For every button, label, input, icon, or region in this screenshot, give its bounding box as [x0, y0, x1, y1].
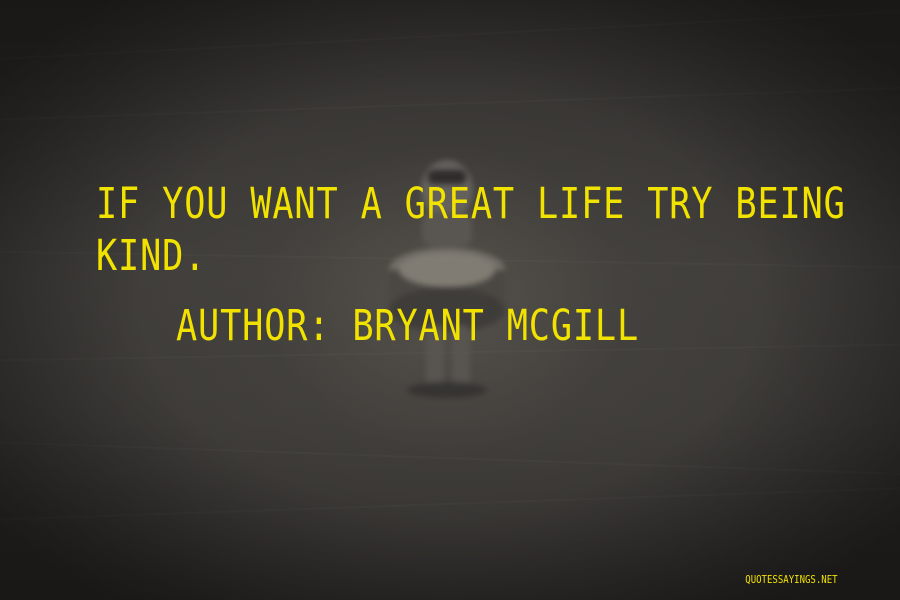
site-watermark: QUOTESSAYINGS.NET	[745, 573, 838, 586]
quote-line: IF YOU WANT A GREAT LIFE TRY BEING	[96, 179, 846, 229]
quote-card: IF YOU WANT A GREAT LIFE TRY BEING KIND.…	[0, 0, 900, 600]
quote-line: KIND.	[96, 231, 207, 281]
author-label: AUTHOR: BRYANT MCGILL	[176, 301, 640, 351]
quote-text: IF YOU WANT A GREAT LIFE TRY BEING KIND.	[96, 178, 846, 282]
